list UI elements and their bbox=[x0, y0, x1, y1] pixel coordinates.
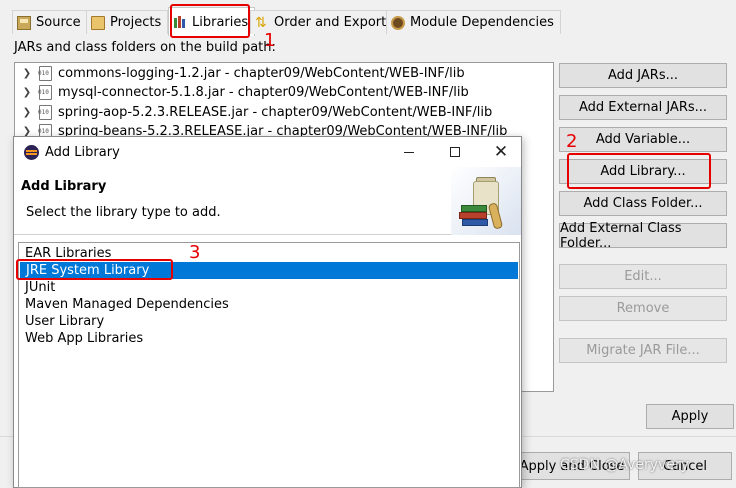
add-external-class-folder-button[interactable]: Add External Class Folder... bbox=[559, 221, 727, 251]
jar-file-icon bbox=[38, 85, 52, 100]
dialog-header: Add Library Select the library type to a… bbox=[14, 167, 521, 235]
list-item[interactable]: JUnit bbox=[19, 279, 519, 296]
migrate-jar-button[interactable]: Migrate JAR File... bbox=[559, 338, 727, 363]
jar-tree-item[interactable]: ❯ spring-aop-5.2.3.RELEASE.jar - chapter… bbox=[21, 103, 492, 122]
eclipse-icon bbox=[24, 145, 39, 160]
add-class-folder-button[interactable]: Add Class Folder... bbox=[559, 191, 727, 216]
jar-label: spring-aop-5.2.3.RELEASE.jar - chapter09… bbox=[58, 105, 493, 120]
annotation-step-2: 2 bbox=[566, 131, 578, 152]
list-item[interactable]: Web App Libraries bbox=[19, 330, 519, 347]
module-dependencies-icon bbox=[391, 15, 405, 30]
tab-label: Projects bbox=[110, 15, 162, 30]
jar-file-icon bbox=[38, 105, 52, 120]
add-variable-button[interactable]: Add Variable... bbox=[559, 127, 727, 152]
annotation-box-jre bbox=[16, 259, 173, 280]
project-folder-icon bbox=[91, 15, 105, 30]
dialog-titlebar[interactable]: Add Library ✕ bbox=[14, 137, 521, 167]
build-path-label: JARs and class folders on the build path… bbox=[14, 40, 276, 55]
annotation-step-3: 3 bbox=[189, 242, 201, 263]
chevron-right-icon[interactable]: ❯ bbox=[21, 87, 33, 98]
add-jars-button[interactable]: Add JARs... bbox=[559, 63, 727, 88]
list-item[interactable]: Maven Managed Dependencies bbox=[19, 296, 519, 313]
library-banner-icon bbox=[451, 167, 521, 235]
tab-label: Source bbox=[36, 15, 81, 30]
order-export-icon: ⇅ bbox=[255, 14, 267, 31]
annotation-box-add-library bbox=[567, 153, 711, 189]
remove-button[interactable]: Remove bbox=[559, 296, 727, 321]
jar-label: commons-logging-1.2.jar - chapter09/WebC… bbox=[58, 66, 465, 81]
chevron-right-icon[interactable]: ❯ bbox=[21, 107, 33, 118]
chevron-right-icon[interactable]: ❯ bbox=[21, 68, 33, 79]
dialog-title: Add Library bbox=[45, 145, 120, 160]
tab-bar: Source Projects Libraries ⇅ Order and Ex… bbox=[0, 0, 736, 36]
add-external-jars-button[interactable]: Add External JARs... bbox=[559, 95, 727, 120]
jar-file-icon bbox=[38, 66, 52, 81]
add-library-dialog: Add Library ✕ Add Library Select the lib… bbox=[13, 136, 522, 488]
edit-button[interactable]: Edit... bbox=[559, 264, 727, 289]
annotation-box-libraries bbox=[170, 4, 250, 38]
dialog-header-title: Add Library bbox=[21, 179, 107, 194]
list-item[interactable]: User Library bbox=[19, 313, 519, 330]
maximize-icon[interactable] bbox=[444, 141, 466, 163]
apply-button[interactable]: Apply bbox=[646, 404, 734, 429]
minimize-icon[interactable] bbox=[398, 141, 420, 163]
watermark: CSDN @Averyvery bbox=[560, 457, 690, 473]
tab-projects[interactable]: Projects bbox=[86, 10, 169, 34]
tab-source[interactable]: Source bbox=[12, 10, 88, 34]
jar-label: mysql-connector-5.1.8.jar - chapter09/We… bbox=[58, 85, 469, 100]
dialog-description: Select the library type to add. bbox=[26, 205, 221, 220]
annotation-step-1: 1 bbox=[264, 30, 276, 51]
source-folder-icon bbox=[17, 15, 31, 30]
tab-label: Module Dependencies bbox=[410, 15, 554, 30]
jar-tree-item[interactable]: ❯ commons-logging-1.2.jar - chapter09/We… bbox=[21, 64, 465, 83]
jar-tree-item[interactable]: ❯ mysql-connector-5.1.8.jar - chapter09/… bbox=[21, 83, 469, 102]
tab-module-dependencies[interactable]: Module Dependencies bbox=[386, 10, 561, 34]
tab-label: Order and Export bbox=[274, 15, 387, 30]
close-icon[interactable]: ✕ bbox=[490, 141, 512, 163]
